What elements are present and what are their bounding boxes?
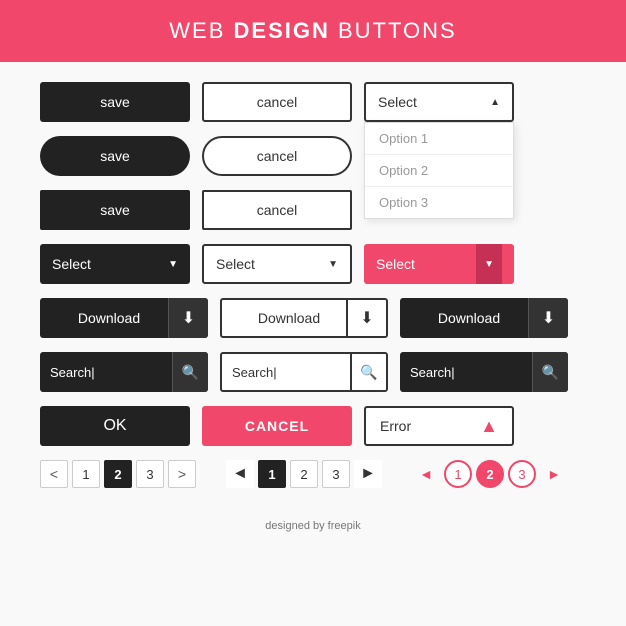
select-trigger-open[interactable]: Select ▲ <box>364 82 514 122</box>
page-2-2[interactable]: 2 <box>290 460 318 488</box>
page-prev-1[interactable]: < <box>40 460 68 488</box>
page-next-2[interactable]: ► <box>354 460 382 488</box>
page-next-3[interactable]: ► <box>540 460 568 488</box>
search-input-dark-2[interactable]: Search| 🔍 <box>400 352 568 392</box>
dropdown-option-3[interactable]: Option 3 <box>365 187 513 218</box>
dropdown-menu: Option 1 Option 2 Option 3 <box>364 122 514 219</box>
save-button-flat[interactable]: save <box>40 190 190 230</box>
page-3-3[interactable]: 3 <box>508 460 536 488</box>
page-1-2[interactable]: 1 <box>258 460 286 488</box>
select-dropdown-open[interactable]: Select ▲ Option 1 Option 2 Option 3 <box>364 82 514 122</box>
row-1: save cancel Select ▲ Option 1 Option 2 O… <box>40 82 586 122</box>
download-icon-outline: ⬇ <box>346 298 386 338</box>
cancel-button-square[interactable]: cancel <box>202 82 352 122</box>
pagination-pink: ◄ 1 2 3 ► <box>412 460 568 488</box>
error-triangle-icon: ▲ <box>480 416 498 437</box>
pagination-dark: ◄ 1 2 3 ► <box>226 460 382 488</box>
select-dark[interactable]: Select ▼ <box>40 244 190 284</box>
download-icon-dark-2: ⬇ <box>528 298 568 338</box>
row-select: Select ▼ Select ▼ Select ▼ <box>40 244 586 284</box>
save-button-pill[interactable]: save <box>40 136 190 176</box>
row-pagination: < 1 2 3 > ◄ 1 2 3 ► ◄ 1 2 3 ► <box>40 460 586 488</box>
page-3-2[interactable]: 3 <box>322 460 350 488</box>
search-input-dark[interactable]: Search| 🔍 <box>40 352 208 392</box>
select-outline[interactable]: Select ▼ <box>202 244 352 284</box>
page-1-1[interactable]: 1 <box>72 460 100 488</box>
cancel-button-flat[interactable]: cancel <box>202 190 352 230</box>
page-header: WEB DESIGN BUTTONS <box>0 0 626 62</box>
footer: designed by freepik <box>0 520 626 532</box>
dropdown-option-2[interactable]: Option 2 <box>365 155 513 187</box>
page-3-1[interactable]: 3 <box>136 460 164 488</box>
download-icon-dark: ⬇ <box>168 298 208 338</box>
cancel-pink-button[interactable]: CANCEL <box>202 406 352 446</box>
dropdown-option-1[interactable]: Option 1 <box>365 123 513 155</box>
download-button-dark-2[interactable]: Download ⬇ <box>400 298 568 338</box>
header-text: WEB DESIGN BUTTONS <box>169 18 456 43</box>
cancel-button-pill[interactable]: cancel <box>202 136 352 176</box>
download-button-outline[interactable]: Download ⬇ <box>220 298 388 338</box>
pagination-outline: < 1 2 3 > <box>40 460 196 488</box>
chevron-down-icon-pink: ▼ <box>476 244 502 284</box>
search-icon-outline: 🔍 <box>350 352 386 392</box>
chevron-down-icon-outline: ▼ <box>328 259 338 270</box>
save-button-square[interactable]: save <box>40 82 190 122</box>
download-button-dark[interactable]: Download ⬇ <box>40 298 208 338</box>
page-prev-3[interactable]: ◄ <box>412 460 440 488</box>
chevron-up-icon: ▲ <box>490 97 500 108</box>
search-icon-dark-2: 🔍 <box>532 352 568 392</box>
select-pink[interactable]: Select ▼ <box>364 244 514 284</box>
page-next-1[interactable]: > <box>168 460 196 488</box>
main-content: save cancel Select ▲ Option 1 Option 2 O… <box>0 62 626 512</box>
page-prev-2[interactable]: ◄ <box>226 460 254 488</box>
page-2-1[interactable]: 2 <box>104 460 132 488</box>
brand-logo: freepik <box>328 520 361 532</box>
row-action: OK CANCEL Error ▲ <box>40 406 586 446</box>
search-input-outline[interactable]: Search| 🔍 <box>220 352 388 392</box>
ok-button[interactable]: OK <box>40 406 190 446</box>
page-2-3[interactable]: 2 <box>476 460 504 488</box>
page-1-3[interactable]: 1 <box>444 460 472 488</box>
chevron-down-icon-dark: ▼ <box>168 259 178 270</box>
search-icon-dark: 🔍 <box>172 352 208 392</box>
row-download: Download ⬇ Download ⬇ Download ⬇ <box>40 298 586 338</box>
error-button[interactable]: Error ▲ <box>364 406 514 446</box>
row-search: Search| 🔍 Search| 🔍 Search| 🔍 <box>40 352 586 392</box>
